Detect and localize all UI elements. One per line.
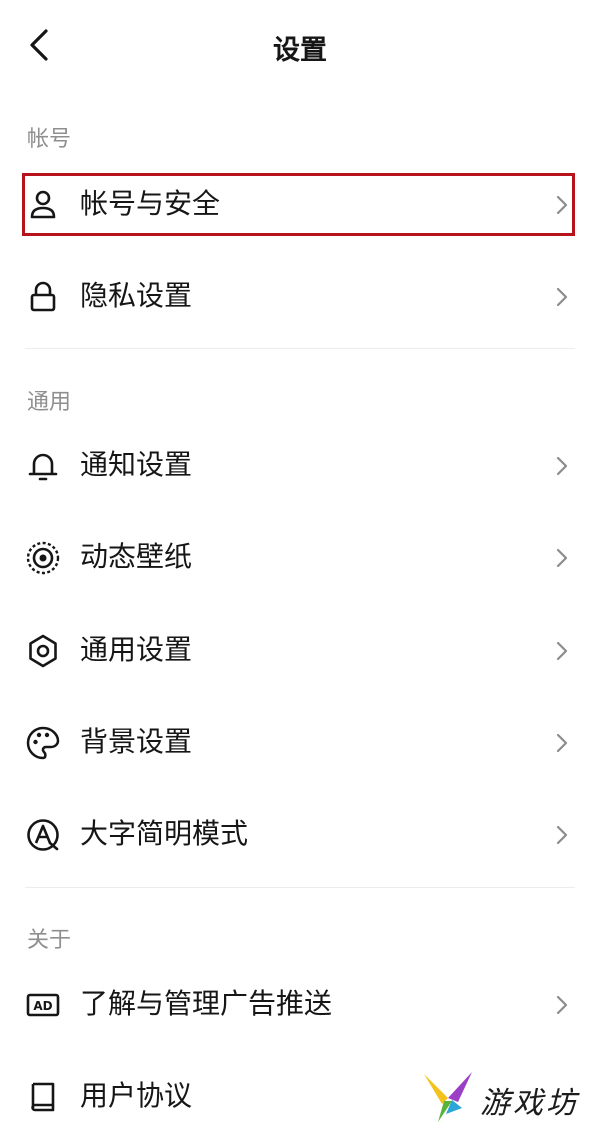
settings-item-ad-management[interactable]: AD 了解与管理广告推送 xyxy=(0,960,600,1050)
bell-icon xyxy=(28,453,58,481)
svg-text:AD: AD xyxy=(33,999,52,1013)
book-icon xyxy=(31,1082,55,1112)
chevron-right-icon xyxy=(556,825,568,845)
palette-icon xyxy=(26,726,60,760)
chevron-right-icon xyxy=(556,733,568,753)
settings-item-label: 动态壁纸 xyxy=(80,540,193,573)
settings-item-label: 大字简明模式 xyxy=(80,817,249,850)
divider xyxy=(25,348,575,349)
settings-item-label: 背景设置 xyxy=(80,725,193,758)
settings-item-label: 通知设置 xyxy=(80,448,193,481)
top-bar: 设置 xyxy=(0,0,600,92)
lock-icon xyxy=(30,281,56,312)
settings-item-live-wallpaper[interactable]: 动态壁纸 xyxy=(0,513,600,603)
watermark: 游戏坊 xyxy=(418,1068,594,1124)
watermark-logo-icon xyxy=(424,1072,472,1122)
wallpaper-icon xyxy=(26,541,60,575)
chevron-right-icon xyxy=(556,641,568,661)
section-label-general: 通用 xyxy=(27,390,72,415)
settings-item-label: 了解与管理广告推送 xyxy=(80,987,333,1020)
settings-item-large-text-mode[interactable]: 大字简明模式 xyxy=(0,790,600,880)
settings-item-label: 通用设置 xyxy=(80,633,193,666)
settings-item-background[interactable]: 背景设置 xyxy=(0,698,600,788)
settings-item-label: 隐私设置 xyxy=(80,279,193,312)
settings-item-label: 用户协议 xyxy=(80,1079,193,1112)
page-title: 设置 xyxy=(273,35,327,66)
ad-icon: AD xyxy=(26,993,60,1017)
divider xyxy=(25,887,575,888)
gear-icon xyxy=(29,634,57,668)
section-label-about: 关于 xyxy=(27,928,72,953)
large-text-icon xyxy=(27,819,59,851)
settings-item-notifications[interactable]: 通知设置 xyxy=(0,421,600,511)
section-label-account: 帐号 xyxy=(27,127,72,152)
settings-item-privacy[interactable]: 隐私设置 xyxy=(0,252,600,342)
highlight-box xyxy=(22,173,575,236)
settings-item-general[interactable]: 通用设置 xyxy=(0,606,600,696)
chevron-right-icon xyxy=(556,995,568,1015)
chevron-right-icon xyxy=(556,456,568,476)
chevron-right-icon xyxy=(556,548,568,568)
watermark-text: 游戏坊 xyxy=(480,1086,579,1121)
chevron-right-icon xyxy=(556,287,568,307)
